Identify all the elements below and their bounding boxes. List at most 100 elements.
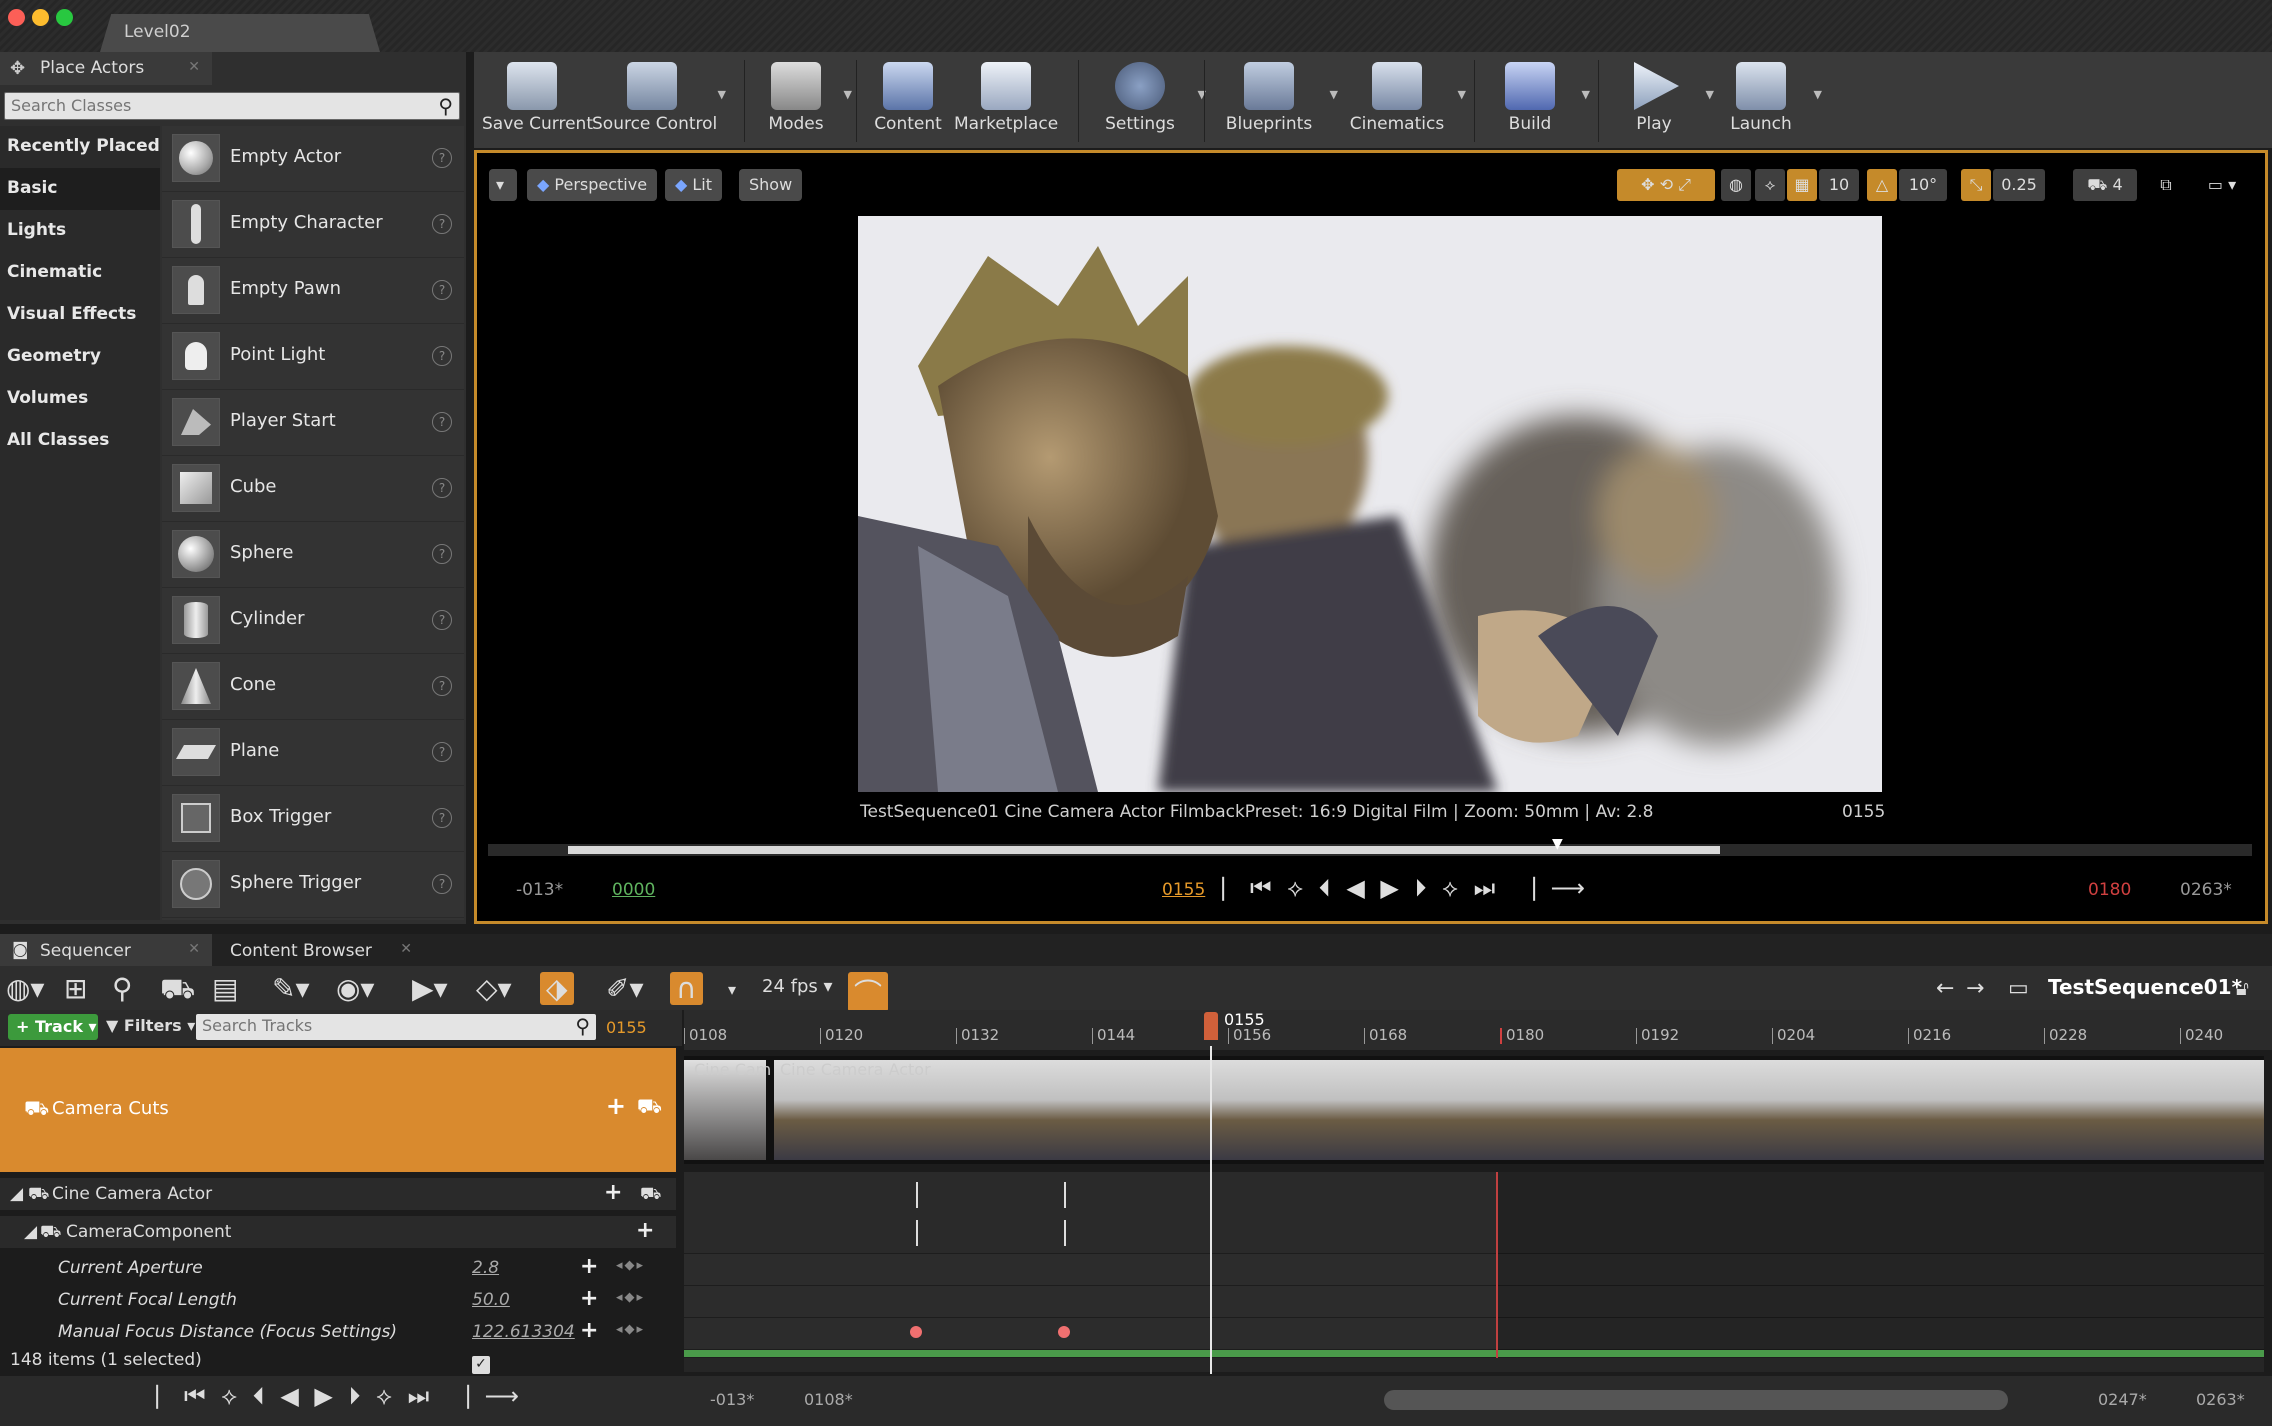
list-item[interactable]: Empty Character?	[162, 192, 464, 258]
key-icon[interactable]: ◇▾	[476, 972, 512, 1005]
cinematics-button[interactable]: Cinematics ▼	[1342, 52, 1466, 148]
category-volumes[interactable]: Volumes	[0, 378, 160, 420]
camera-icon[interactable]: ⛟	[637, 1094, 662, 1121]
bottom-view-start[interactable]: 0108*	[804, 1390, 853, 1409]
track-value[interactable]: 122.613304	[472, 1322, 575, 1342]
chevron-down-icon[interactable]: ▼	[844, 88, 852, 101]
list-item[interactable]: Cone?	[162, 654, 464, 720]
category-cinematic[interactable]: Cinematic	[0, 252, 160, 294]
category-recently-placed[interactable]: Recently Placed	[0, 126, 160, 168]
viewport-transport-controls[interactable]: ⎸⏮ ⟡ ⏴ ◀ ▶ ⏵ ⟡ ⏭ ⎹ ⟶	[1222, 874, 1589, 902]
viewport-start-in[interactable]: 0000	[612, 880, 655, 900]
launch-button[interactable]: Launch ▼	[1714, 52, 1822, 148]
track-row[interactable]: Manual Focus Distance (Focus Settings) 1…	[0, 1316, 676, 1348]
minimize-window-button[interactable]	[32, 9, 49, 26]
search-tracks-input[interactable]	[202, 1016, 542, 1035]
track-row[interactable]: ◢ ⛟ CameraComponent +	[0, 1216, 676, 1248]
close-tab-icon[interactable]: ✕	[188, 941, 200, 957]
checkbox[interactable]: ✓	[472, 1356, 490, 1374]
place-actors-tab[interactable]: ✥ Place Actors ✕	[0, 52, 212, 85]
bottom-start-out[interactable]: -013*	[710, 1390, 754, 1409]
list-item[interactable]: Point Light?	[162, 324, 464, 390]
bottom-end-out[interactable]: 0263*	[2196, 1390, 2245, 1409]
expand-icon[interactable]: ◢	[24, 1222, 37, 1242]
viewport-current-frame[interactable]: 0155	[1162, 880, 1205, 900]
blueprints-button[interactable]: Blueprints ▼	[1214, 52, 1338, 148]
folder-icon[interactable]: ▭	[2008, 976, 2029, 1001]
category-basic[interactable]: Basic	[0, 168, 160, 210]
save-icon[interactable]: ⊞	[64, 972, 87, 1005]
magnet-icon[interactable]: ∩	[670, 972, 703, 1005]
help-icon[interactable]: ?	[432, 808, 452, 828]
track-value[interactable]: 2.8	[472, 1258, 499, 1278]
expand-icon[interactable]: ◢	[10, 1184, 23, 1204]
track-row[interactable]: Current Aperture 2.8 + ◂◆▸	[0, 1252, 676, 1284]
keyframe[interactable]	[1058, 1326, 1070, 1338]
playhead-handle[interactable]	[1204, 1012, 1218, 1040]
list-item[interactable]: Box Trigger?	[162, 786, 464, 852]
list-item[interactable]: Sphere?	[162, 522, 464, 588]
list-item[interactable]: Empty Actor?	[162, 126, 464, 192]
scrub-position-marker[interactable]: ▼	[1552, 836, 1563, 852]
zoom-window-button[interactable]	[56, 9, 73, 26]
play-icon[interactable]: ▶▾	[412, 972, 448, 1005]
settings-button[interactable]: Settings ▼	[1088, 52, 1206, 148]
maximize-viewport-button[interactable]: ⧉	[2151, 169, 2181, 201]
eye-icon[interactable]: ◉▾	[336, 972, 375, 1005]
chevron-down-icon[interactable]: ▾	[728, 980, 736, 999]
pencil-icon[interactable]: ✐▾	[606, 972, 644, 1005]
time-ruler[interactable]: 0108 0120 0132 0144 0156 0168 0180 0192 …	[684, 1010, 2272, 1050]
add-icon[interactable]: +	[604, 1180, 622, 1205]
back-arrow-icon[interactable]: ←	[1936, 976, 1954, 1001]
auto-key-icon[interactable]: ⬗	[540, 972, 574, 1005]
tab-sequencer[interactable]: ◙ Sequencer ✕	[0, 934, 212, 966]
chevron-down-icon[interactable]: ▼	[1814, 88, 1822, 101]
camera-icon[interactable]: ⛟	[160, 972, 195, 1009]
chevron-down-icon[interactable]: ▼	[718, 88, 726, 101]
help-icon[interactable]: ?	[432, 676, 452, 696]
timeline-scrollbar[interactable]	[1384, 1390, 2008, 1410]
modes-button[interactable]: Modes ▼	[754, 52, 852, 148]
chevron-down-icon[interactable]: ▼	[1706, 88, 1714, 101]
marketplace-button[interactable]: Marketplace	[954, 52, 1058, 148]
chevron-down-icon[interactable]: ▼	[1330, 88, 1338, 101]
add-track-button[interactable]: + Track ▾	[8, 1014, 98, 1040]
help-icon[interactable]: ?	[432, 544, 452, 564]
track-row[interactable]: Current Focal Length 50.0 + ◂◆▸	[0, 1284, 676, 1316]
list-item[interactable]: Empty Pawn?	[162, 258, 464, 324]
forward-arrow-icon[interactable]: →	[1966, 976, 1984, 1001]
perspective-button[interactable]: ◆ Perspective	[527, 169, 658, 201]
camera-cuts-strip[interactable]: Cine Cam Cine Camera Actor	[684, 1056, 2264, 1164]
world-icon[interactable]: ◍▾	[6, 972, 45, 1005]
help-icon[interactable]: ?	[432, 478, 452, 498]
bottom-view-end[interactable]: 0247*	[2098, 1390, 2147, 1409]
help-icon[interactable]: ?	[432, 412, 452, 432]
list-item[interactable]: Plane?	[162, 720, 464, 786]
filters-button[interactable]: ▼ Filters ▾	[106, 1016, 195, 1035]
key-nav-icon[interactable]: ◂◆▸	[616, 1290, 645, 1305]
viewport-end-in[interactable]: 0180	[2088, 880, 2131, 900]
curve-editor-icon[interactable]: ⌒	[848, 972, 889, 1012]
category-geometry[interactable]: Geometry	[0, 336, 160, 378]
camera-cuts-track[interactable]: ⛟ Camera Cuts + ⛟	[0, 1048, 676, 1172]
section-key[interactable]	[1064, 1220, 1066, 1246]
track-value[interactable]: 50.0	[472, 1290, 510, 1310]
add-icon[interactable]: +	[606, 1092, 626, 1120]
grid-snap-toggle[interactable]: ▦	[1787, 169, 1817, 201]
render-movie-icon[interactable]: ▤	[212, 972, 238, 1005]
search-classes-input[interactable]	[11, 96, 411, 115]
help-icon[interactable]: ?	[432, 280, 452, 300]
world-local-toggle[interactable]: ◍	[1721, 169, 1751, 201]
play-button[interactable]: Play ▼	[1608, 52, 1714, 148]
category-visual-effects[interactable]: Visual Effects	[0, 294, 160, 336]
list-item[interactable]: Sphere Trigger?	[162, 852, 464, 918]
help-icon[interactable]: ?	[432, 874, 452, 894]
viewport-options-button[interactable]: ▾	[489, 169, 517, 201]
grid-snap-value[interactable]: 10	[1819, 169, 1859, 201]
search-classes-box[interactable]: ⚲	[4, 92, 460, 120]
list-item[interactable]: Player Start?	[162, 390, 464, 456]
search-icon[interactable]: ⚲	[438, 94, 453, 118]
help-icon[interactable]: ?	[432, 148, 452, 168]
camera-speed-button[interactable]: ⛟ 4	[2073, 169, 2137, 201]
add-key-icon[interactable]: +	[580, 1286, 598, 1311]
